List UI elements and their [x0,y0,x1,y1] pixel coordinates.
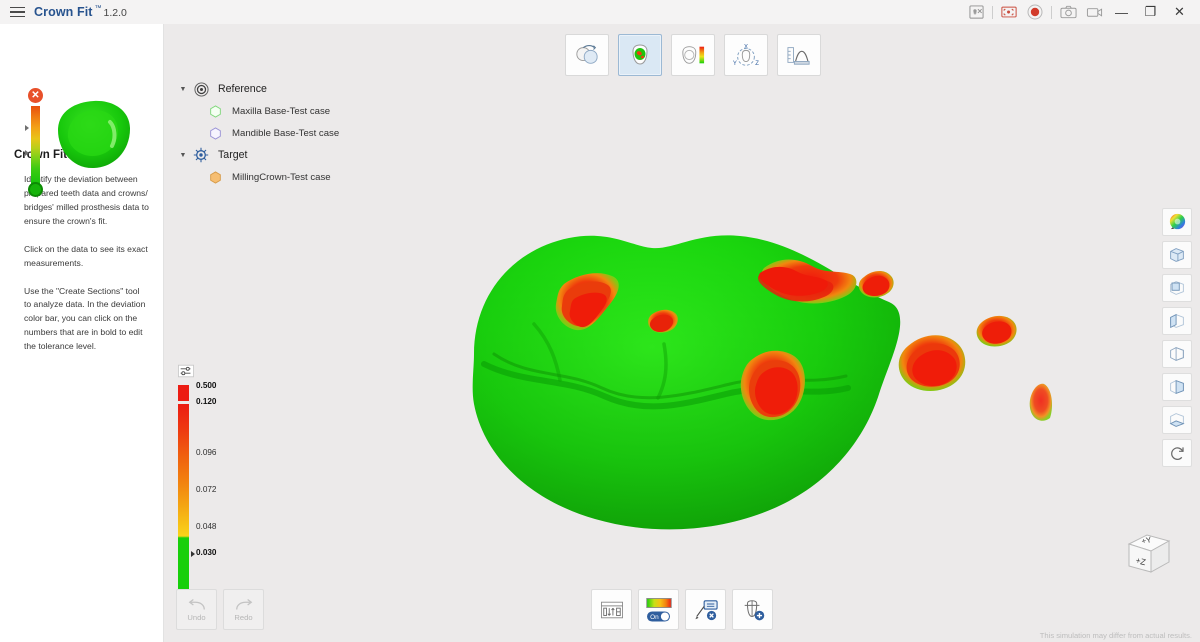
legend-tick-4: 0.048 [196,522,217,531]
color-bar-toggle-button[interactable]: On [638,589,679,630]
sidebar-description-2: Click on the data to see its exact measu… [24,243,148,268]
workspace: X Y Z ▼ Reference Maxilla Base-Test case M… [164,24,1200,642]
hexagon-outline-green-icon[interactable] [204,104,226,118]
sidebar-description-1: Identify the deviation between prepared … [24,174,149,226]
reset-view-button[interactable] [1162,439,1192,467]
title-bar-actions: — ❐ ✕ [963,0,1200,24]
tree-item-millingcrown[interactable]: MillingCrown-Test case [176,166,426,188]
minimize-button[interactable]: — [1107,0,1136,24]
redo-button[interactable]: Redo [223,589,264,630]
undo-label: Undo [187,612,206,622]
thumbnail-color-scale [31,106,40,184]
hamburger-menu-icon[interactable] [0,0,34,24]
view-back-button[interactable] [1162,373,1192,401]
app-name: Crown Fit [34,5,93,19]
tree-group-reference[interactable]: ▼ Reference [176,78,426,100]
tool-deviation-map[interactable] [618,34,662,76]
model-tree: ▼ Reference Maxilla Base-Test case Mandi… [176,78,426,188]
left-sidebar: ✕ Crown Fitting Test Identify the deviat… [0,24,164,642]
measure-tooth-icon[interactable] [963,0,989,24]
navigation-cube[interactable]: +Y +Z [1121,528,1177,584]
legend-tick-5[interactable]: 0.030 [196,548,217,557]
tree-item-label: MillingCrown-Test case [232,171,331,183]
sidebar-description-3: Use the "Create Sections" tool to analyz… [24,285,146,352]
chevron-down-icon[interactable]: ▼ [176,152,190,159]
legend-gradient-bar[interactable] [178,404,189,590]
screen-region-icon[interactable] [996,0,1022,24]
redo-label: Redo [234,612,253,622]
view-left-button[interactable] [1162,307,1192,335]
delete-annotation-button[interactable] [685,589,726,630]
tree-group-label: Reference [218,83,267,95]
tool-xyz-orientation[interactable]: X Y Z [724,34,768,76]
tree-item-label: Mandible Base-Test case [232,127,340,139]
tree-group-target[interactable]: ▼ Target [176,144,426,166]
divider [992,5,993,19]
thumbnail-crown-model [58,100,130,169]
tree-item-label: Maxilla Base-Test case [232,105,331,117]
hexagon-filled-orange-icon[interactable] [204,170,226,184]
view-top-button[interactable] [1162,406,1192,434]
legend-settings-icon[interactable] [178,364,194,378]
create-sections-button[interactable] [732,589,773,630]
hexagon-outline-purple-icon[interactable] [204,126,226,140]
legend-cap-block [178,385,189,401]
color-wheel-button[interactable] [1162,208,1192,236]
status-disclaimer: This simulation may differ from actual r… [1039,631,1192,640]
tool-measure-section[interactable] [777,34,821,76]
divider [1051,5,1052,19]
view-front-button[interactable] [1162,274,1192,302]
svg-text:Z: Z [755,61,759,67]
deviation-color-bar: 0.500 0.120 0.096 0.072 0.048 0.030 0.00… [176,364,246,603]
trademark-mark: ™ [94,4,102,12]
legend-tick-3: 0.072 [196,485,217,494]
undo-redo-group: Undo Redo [176,589,264,630]
record-icon[interactable] [1022,0,1048,24]
title-bar: Crown Fit ™ 1.2.0 — ❐ ✕ [0,0,1200,24]
app-version: 1.2.0 [103,7,127,19]
svg-text:X: X [744,45,748,51]
legend-tick-2: 0.096 [196,448,217,457]
maximize-button[interactable]: ❐ [1136,0,1165,24]
view-right-button[interactable] [1162,340,1192,368]
top-toolstrip: X Y Z [565,34,821,76]
tree-item-mandible-base[interactable]: Mandible Base-Test case [176,122,426,144]
view-toolbar [1162,208,1192,467]
video-capture-icon[interactable] [1081,0,1107,24]
undo-button[interactable]: Undo [176,589,217,630]
application-window: Crown Fit ™ 1.2.0 — ❐ ✕ ✕ Crown Fitting … [0,0,1200,642]
legend-tolerance-marker-icon [191,551,195,557]
svg-text:On: On [650,614,659,621]
thumbnail-min-marker-icon [28,182,43,197]
legend-tick-0[interactable]: 0.500 [196,381,217,390]
toggle-on-switch: On [647,610,670,622]
histogram-panel-button[interactable] [591,589,632,630]
legend-body: 0.500 0.120 0.096 0.072 0.048 0.030 0.00… [176,381,246,603]
close-button[interactable]: ✕ [1165,0,1194,24]
bottom-toolbar: On [591,589,773,630]
thumbnail-tick-upper-icon [25,125,29,131]
legend-tick-1[interactable]: 0.120 [196,397,217,406]
page-title: Crown Fit ™ 1.2.0 [34,3,127,21]
target-crosshair-icon [190,147,212,163]
tool-align-transform[interactable] [565,34,609,76]
crown-deviation-thumbnail[interactable]: ✕ [0,24,163,197]
camera-snapshot-icon[interactable] [1055,0,1081,24]
tree-item-maxilla-base[interactable]: Maxilla Base-Test case [176,100,426,122]
chevron-down-icon[interactable]: ▼ [176,86,190,93]
tool-color-bar[interactable] [671,34,715,76]
thumbnail-max-marker-icon: ✕ [28,88,43,103]
svg-text:Y: Y [733,61,737,67]
view-isometric-button[interactable] [1162,241,1192,269]
thumbnail-tick-lower-icon [25,150,29,156]
tree-group-label: Target [218,149,248,161]
reference-target-icon [190,81,212,97]
